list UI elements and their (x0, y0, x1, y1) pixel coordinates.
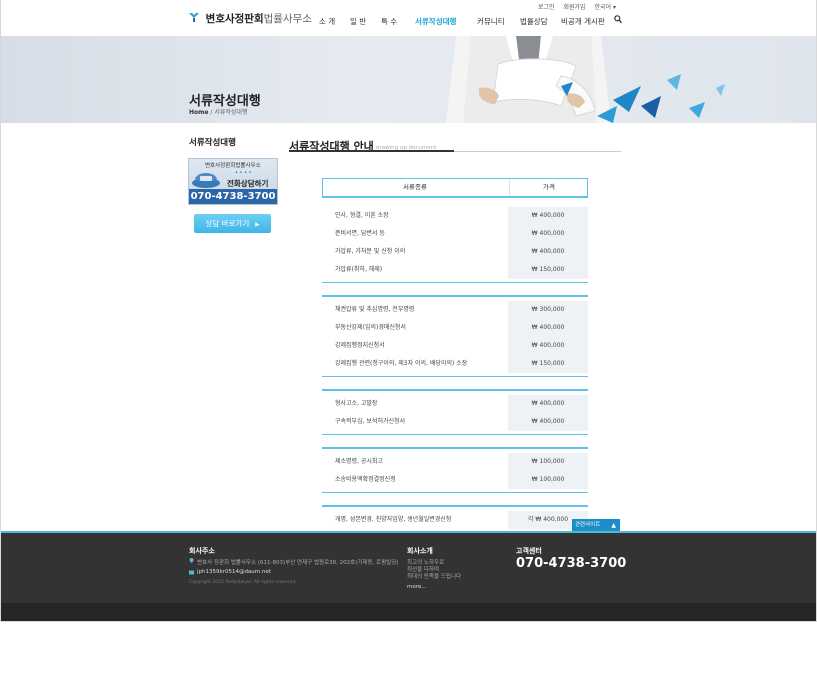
logo-text-light: 법률사무소 (263, 13, 312, 25)
row-price: ₩ 100,000 (508, 453, 588, 471)
footer-address: 변호사 정판회 법률사무소 (611-803)부산 연제구 법원로38, 202… (197, 560, 399, 566)
table-row: 가압류, 가처분 및 신청 이의 ₩ 400,000 (322, 243, 588, 261)
row-price: ₩ 400,000 (508, 395, 588, 413)
table-group: 인사, 형결, 이혼 소장 ₩ 400,000 준비서면, 답변서 등 ₩ 400,… (322, 207, 588, 283)
footer-center-phone: 070-4738-3700 (516, 556, 627, 571)
row-price: ₩ 150,000 (508, 355, 588, 373)
row-item: 채권압류 및 추심명령, 전부명령 (335, 306, 415, 313)
row-price: ₩ 100,000 (508, 471, 588, 489)
logo-icon (189, 13, 203, 25)
row-item: 형사고소, 고발장 (335, 400, 378, 407)
table-row: 채권압류 및 추심명령, 전부명령 ₩ 300,000 (322, 301, 588, 319)
row-item: 부동산강제(임의)경매신청서 (335, 324, 406, 331)
row-price: ₩ 400,000 (508, 225, 588, 243)
row-price: ₩ 400,000 (508, 413, 588, 431)
footer-intro-line: 최대의 만족을 드립니다 (407, 574, 462, 580)
arrow-right-icon: ▶ (255, 222, 260, 228)
nav-item-consult[interactable]: 법률상담 (520, 16, 548, 27)
footer-more-link[interactable]: more... (407, 584, 427, 590)
banner-illustration (446, 36, 725, 123)
table-row: 구속적부심, 보석허가신청서 ₩ 400,000 (322, 413, 588, 431)
nav-item-documents[interactable]: 서류작성대행 (415, 16, 456, 27)
breadcrumb-current: 서류작성대행 (214, 109, 248, 116)
table-row: 인사, 형결, 이혼 소장 ₩ 400,000 (322, 207, 588, 225)
table-row: 개명, 성본변경, 친양자입양, 생년월일변경신청 각 ₩ 400,000 (322, 511, 588, 529)
logo-text-bold: 변호사정판회 (205, 13, 264, 25)
related-sites-label: 관련사이트 (575, 522, 601, 528)
table-row: 소송비용액확정결정신청 ₩ 100,000 (322, 471, 588, 489)
row-price: ₩ 300,000 (508, 301, 588, 319)
nav-item-intro[interactable]: 소 개 (319, 16, 335, 27)
table-row: 강제집행 관련(청구이의, 제3자 이의, 배당이의) 소장 ₩ 150,000 (322, 355, 588, 373)
breadcrumb-home[interactable]: Home (189, 109, 208, 116)
email-icon (189, 570, 194, 575)
page-frame: 로그인 회원가입 한국어 변호사정판회법률사무소 소 개 일 반 특 수 서류작… (0, 0, 817, 622)
footer-bottom-bar (1, 603, 816, 621)
title-divider (289, 150, 621, 152)
row-item: 인사, 형결, 이혼 소장 (335, 212, 389, 219)
login-link[interactable]: 로그인 (538, 4, 555, 11)
table-row: 형사고소, 고발장 ₩ 400,000 (322, 395, 588, 413)
breadcrumb: Home / 서류작성대행 (189, 107, 247, 116)
footer-intro-title: 회사소개 (407, 547, 433, 555)
table-group: 개명, 성본변경, 친양자입양, 생년월일변경신청 각 ₩ 400,000 (322, 505, 588, 533)
promo-call-label: 전화상담하기 (227, 179, 269, 188)
language-select[interactable]: 한국어 (595, 4, 616, 11)
table-row: 준비서면, 답변서 등 ₩ 400,000 (322, 225, 588, 243)
consult-now-button[interactable]: 상담 바로가기 ▶ (194, 214, 271, 233)
table-group: 형사고소, 고발장 ₩ 400,000 구속적부심, 보석허가신청서 ₩ 400,0… (322, 389, 588, 435)
row-item: 가압류, 가처분 및 신청 이의 (335, 248, 406, 255)
table-row: 가압류(취하, 해제) ₩ 150,000 (322, 261, 588, 279)
row-price: ₩ 150,000 (508, 261, 588, 279)
table-header: 서류종류 가격 (322, 178, 588, 198)
row-item: 강제집행정지신청서 (335, 342, 385, 349)
nav-item-community[interactable]: 커뮤니티 (477, 16, 505, 27)
row-item: 제소명령, 공시최고 (335, 458, 383, 465)
footer-address-title: 회사주소 (189, 547, 215, 555)
row-item: 준비서면, 답변서 등 (335, 230, 385, 237)
row-price: ₩ 400,000 (508, 207, 588, 225)
footer-copyright: Copyright 2015 Redylawyer. All rights re… (189, 580, 297, 585)
column-header-price: 가격 (509, 179, 588, 196)
table-row: 부동산강제(임의)경매신청서 ₩ 400,000 (322, 319, 588, 337)
nav-item-general[interactable]: 일 반 (350, 16, 366, 27)
footer-email[interactable]: jph1359kr0514@daum.net (197, 569, 271, 575)
table-row: 강제집행정지신청서 ₩ 400,000 (322, 337, 588, 355)
row-item: 개명, 성본변경, 친양자입양, 생년월일변경신청 (335, 516, 452, 523)
nav-item-private-board[interactable]: 비공개 게시판 (561, 16, 605, 27)
page-banner: 서류작성대행 Home / 서류작성대행 (1, 36, 816, 123)
price-table: 서류종류 가격 인사, 형결, 이혼 소장 ₩ 400,000 준비서면, 답변서… (322, 178, 588, 533)
table-row: 제소명령, 공시최고 ₩ 100,000 (322, 453, 588, 471)
footer: 회사주소 변호사 정판회 법률사무소 (611-803)부산 연제구 법원로38… (1, 533, 816, 603)
site-logo[interactable]: 변호사정판회법률사무소 (189, 11, 312, 26)
breadcrumb-separator: / (210, 109, 213, 116)
phone-consult-banner[interactable]: 변호사정판회법률사무소 • • • • 전화상담하기 070-4738-3700 (188, 158, 278, 205)
row-item: 소송비용액확정결정신청 (335, 476, 396, 483)
footer-center-title: 고객센터 (516, 547, 542, 555)
search-icon[interactable] (614, 15, 622, 24)
consult-now-label: 상담 바로가기 (205, 219, 250, 228)
telephone-icon (192, 173, 220, 188)
promo-phone-number: 070-4738-3700 (189, 189, 277, 204)
row-item: 가압류(취하, 해제) (335, 266, 383, 273)
row-price: ₩ 400,000 (508, 337, 588, 355)
row-item: 구속적부심, 보석허가신청서 (335, 418, 406, 425)
table-group: 제소명령, 공시최고 ₩ 100,000 소송비용액확정결정신청 ₩ 100,000 (322, 447, 588, 493)
nav-item-special[interactable]: 특 수 (381, 16, 397, 27)
table-group: 채권압류 및 추심명령, 전부명령 ₩ 300,000 부동산강제(임의)경매신청… (322, 295, 588, 377)
location-pin-icon (189, 558, 194, 563)
row-price: ₩ 400,000 (508, 243, 588, 261)
promo-dots: • • • • (235, 170, 252, 176)
join-link[interactable]: 회원가입 (564, 4, 586, 11)
row-item: 강제집행 관련(청구이의, 제3자 이의, 배당이의) 소장 (335, 360, 468, 367)
column-header-document: 서류종류 (403, 183, 427, 191)
util-links: 로그인 회원가입 한국어 (531, 2, 616, 11)
sidebar-title: 서류작성대행 (189, 138, 236, 148)
row-price: ₩ 400,000 (508, 319, 588, 337)
